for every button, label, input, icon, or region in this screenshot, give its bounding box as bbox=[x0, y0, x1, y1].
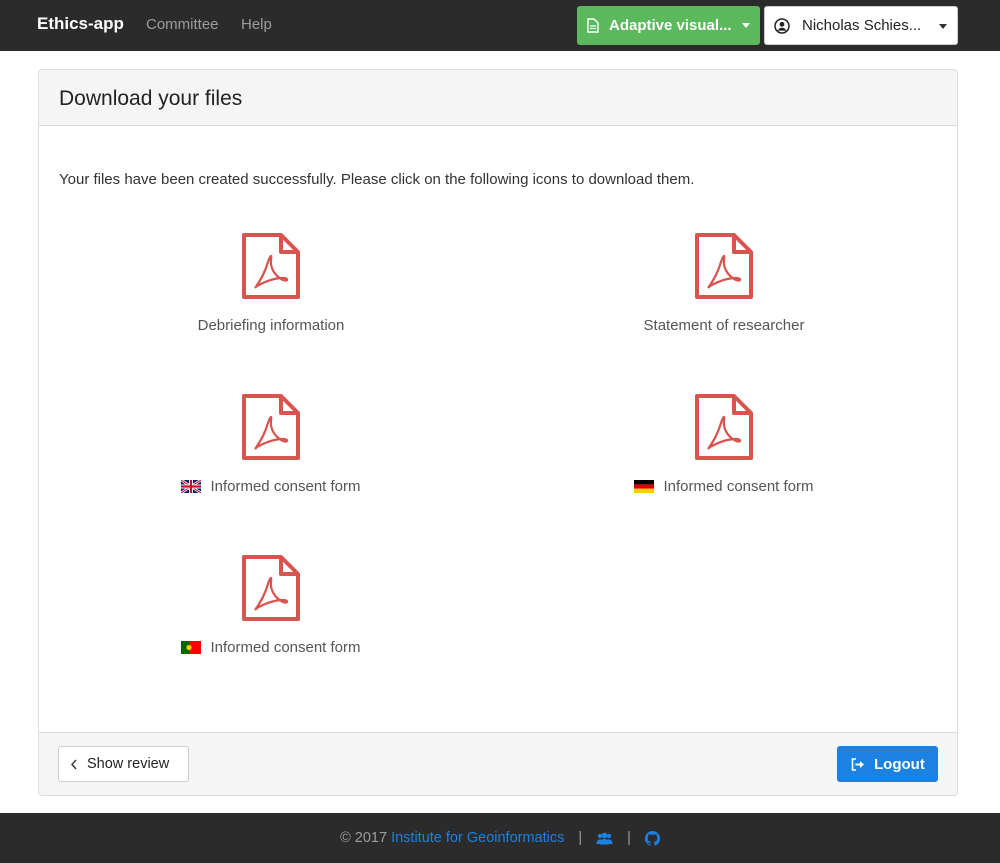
pdf-icon bbox=[242, 233, 300, 299]
pdf-icon bbox=[242, 555, 300, 621]
brand-link[interactable]: Ethics-app bbox=[37, 14, 124, 34]
chevron-left-icon bbox=[71, 759, 77, 769]
github-icon[interactable] bbox=[644, 830, 660, 846]
show-review-button[interactable]: Show review bbox=[58, 746, 189, 782]
file-label: Informed consent form bbox=[210, 478, 361, 495]
nav-link-committee[interactable]: Committee bbox=[146, 16, 219, 33]
germany-flag-icon bbox=[634, 480, 655, 493]
file-label: Debriefing information bbox=[197, 317, 345, 334]
page-footer: © 2017 Institute for Geoinformatics | | bbox=[0, 813, 1000, 863]
logout-label: Logout bbox=[874, 755, 925, 773]
uk-flag-icon bbox=[181, 480, 202, 493]
download-consent-form-portuguese[interactable]: Informed consent form bbox=[41, 554, 501, 659]
file-label: Informed consent form bbox=[663, 478, 814, 495]
panel-body: Your files have been created successfull… bbox=[39, 126, 957, 733]
file-label: Informed consent form bbox=[210, 639, 361, 656]
document-icon bbox=[587, 18, 599, 33]
top-navbar: Ethics-app Committee Help Adaptive visua… bbox=[0, 0, 1000, 51]
user-button-label: Nicholas Schies... bbox=[802, 17, 922, 34]
portugal-flag-icon bbox=[181, 641, 202, 654]
chevron-down-icon bbox=[939, 24, 947, 29]
panel-footer: Show review Logout bbox=[39, 732, 957, 795]
download-panel: Download your files Your files have been… bbox=[38, 69, 958, 796]
copyright-text: © 2017 bbox=[340, 830, 388, 846]
download-statement-of-researcher[interactable]: Statement of researcher bbox=[494, 232, 954, 335]
nav-link-help[interactable]: Help bbox=[241, 16, 272, 33]
download-consent-form-english[interactable]: Informed consent form bbox=[41, 393, 501, 498]
download-consent-form-german[interactable]: Informed consent form bbox=[494, 393, 954, 498]
sign-out-icon bbox=[851, 757, 864, 771]
pdf-icon bbox=[695, 233, 753, 299]
separator: | bbox=[578, 830, 583, 846]
separator: | bbox=[627, 830, 631, 846]
user-dropdown-button[interactable]: Nicholas Schies... bbox=[764, 6, 958, 45]
show-review-label: Show review bbox=[87, 756, 170, 772]
file-label: Statement of researcher bbox=[643, 317, 805, 334]
project-button-label: Adaptive visual... bbox=[609, 17, 732, 34]
users-icon[interactable] bbox=[596, 832, 613, 845]
pdf-icon bbox=[242, 394, 300, 460]
chevron-down-icon bbox=[742, 23, 750, 28]
user-circle-icon bbox=[774, 17, 790, 34]
project-dropdown-button[interactable]: Adaptive visual... bbox=[577, 6, 760, 45]
logout-button[interactable]: Logout bbox=[837, 746, 938, 782]
pdf-icon bbox=[695, 394, 753, 460]
download-debriefing-information[interactable]: Debriefing information bbox=[41, 232, 501, 335]
panel-title: Download your files bbox=[39, 70, 957, 126]
institute-link[interactable]: Institute for Geoinformatics bbox=[391, 830, 564, 846]
intro-text: Your files have been created successfull… bbox=[59, 171, 695, 188]
